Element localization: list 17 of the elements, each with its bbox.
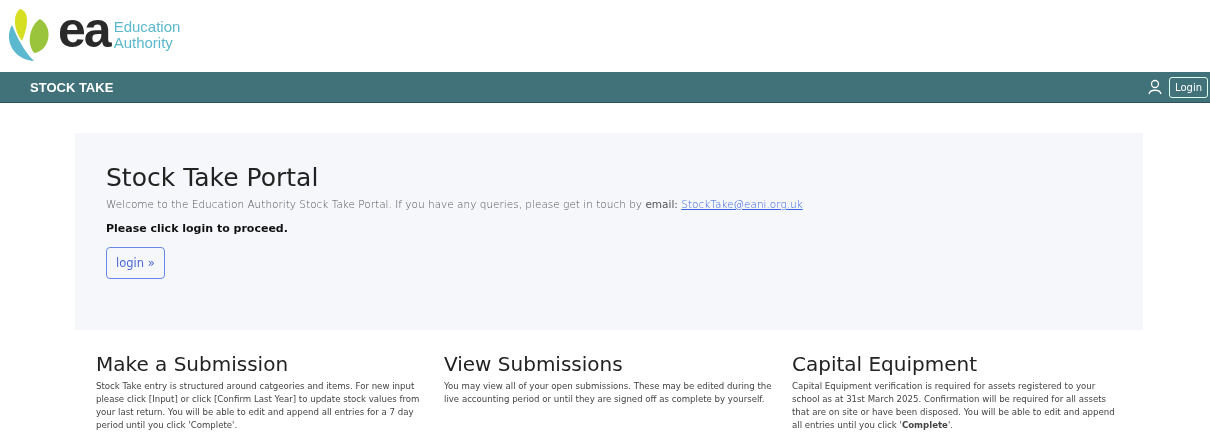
section-text: Capital Equipment verification is required for assets registered to your school as at 31st March 2025. Confirmation will be required for all assets that are on site or have been disposed. You will be able to edit and append all entries until you click 'Complete'.: [792, 380, 1116, 432]
section-heading: View Submissions: [444, 352, 624, 376]
section-text: You may view all of your open submissions. These may be edited during the live accounting period or until they are signed off as complete by yourself.: [444, 380, 773, 406]
welcome-text: Welcome to the Education Authority Stock Take Portal. If you have any queries, please get in touch by email: StockTake@eani.org.uk: [106, 198, 804, 210]
section-heading: Make a Submission: [96, 352, 290, 376]
login-prompt: Please click login to proceed.: [106, 222, 289, 235]
section-text: Stock Take entry is structured around catgeories and items. For new input please click [Input] or click [Confirm Last Year] to update stock values from your last return. You will be able to edit and append all entries for a 7 day period until you click 'Complete'.: [96, 380, 421, 432]
logo-name: Authority: [113, 35, 174, 51]
logo-wordmark: ea: [58, 5, 110, 55]
login-button[interactable]: login »: [106, 247, 165, 279]
login-button[interactable]: Login: [1169, 76, 1208, 98]
app-title: STOCK TAKE: [30, 79, 114, 95]
logo-name: Education: [113, 19, 181, 35]
email-link[interactable]: StockTake@eani.org.uk: [681, 198, 803, 210]
section-heading: Capital Equipment: [792, 352, 979, 376]
portal-title: Stock Take Portal: [106, 163, 320, 192]
user-icon[interactable]: [1147, 79, 1163, 95]
